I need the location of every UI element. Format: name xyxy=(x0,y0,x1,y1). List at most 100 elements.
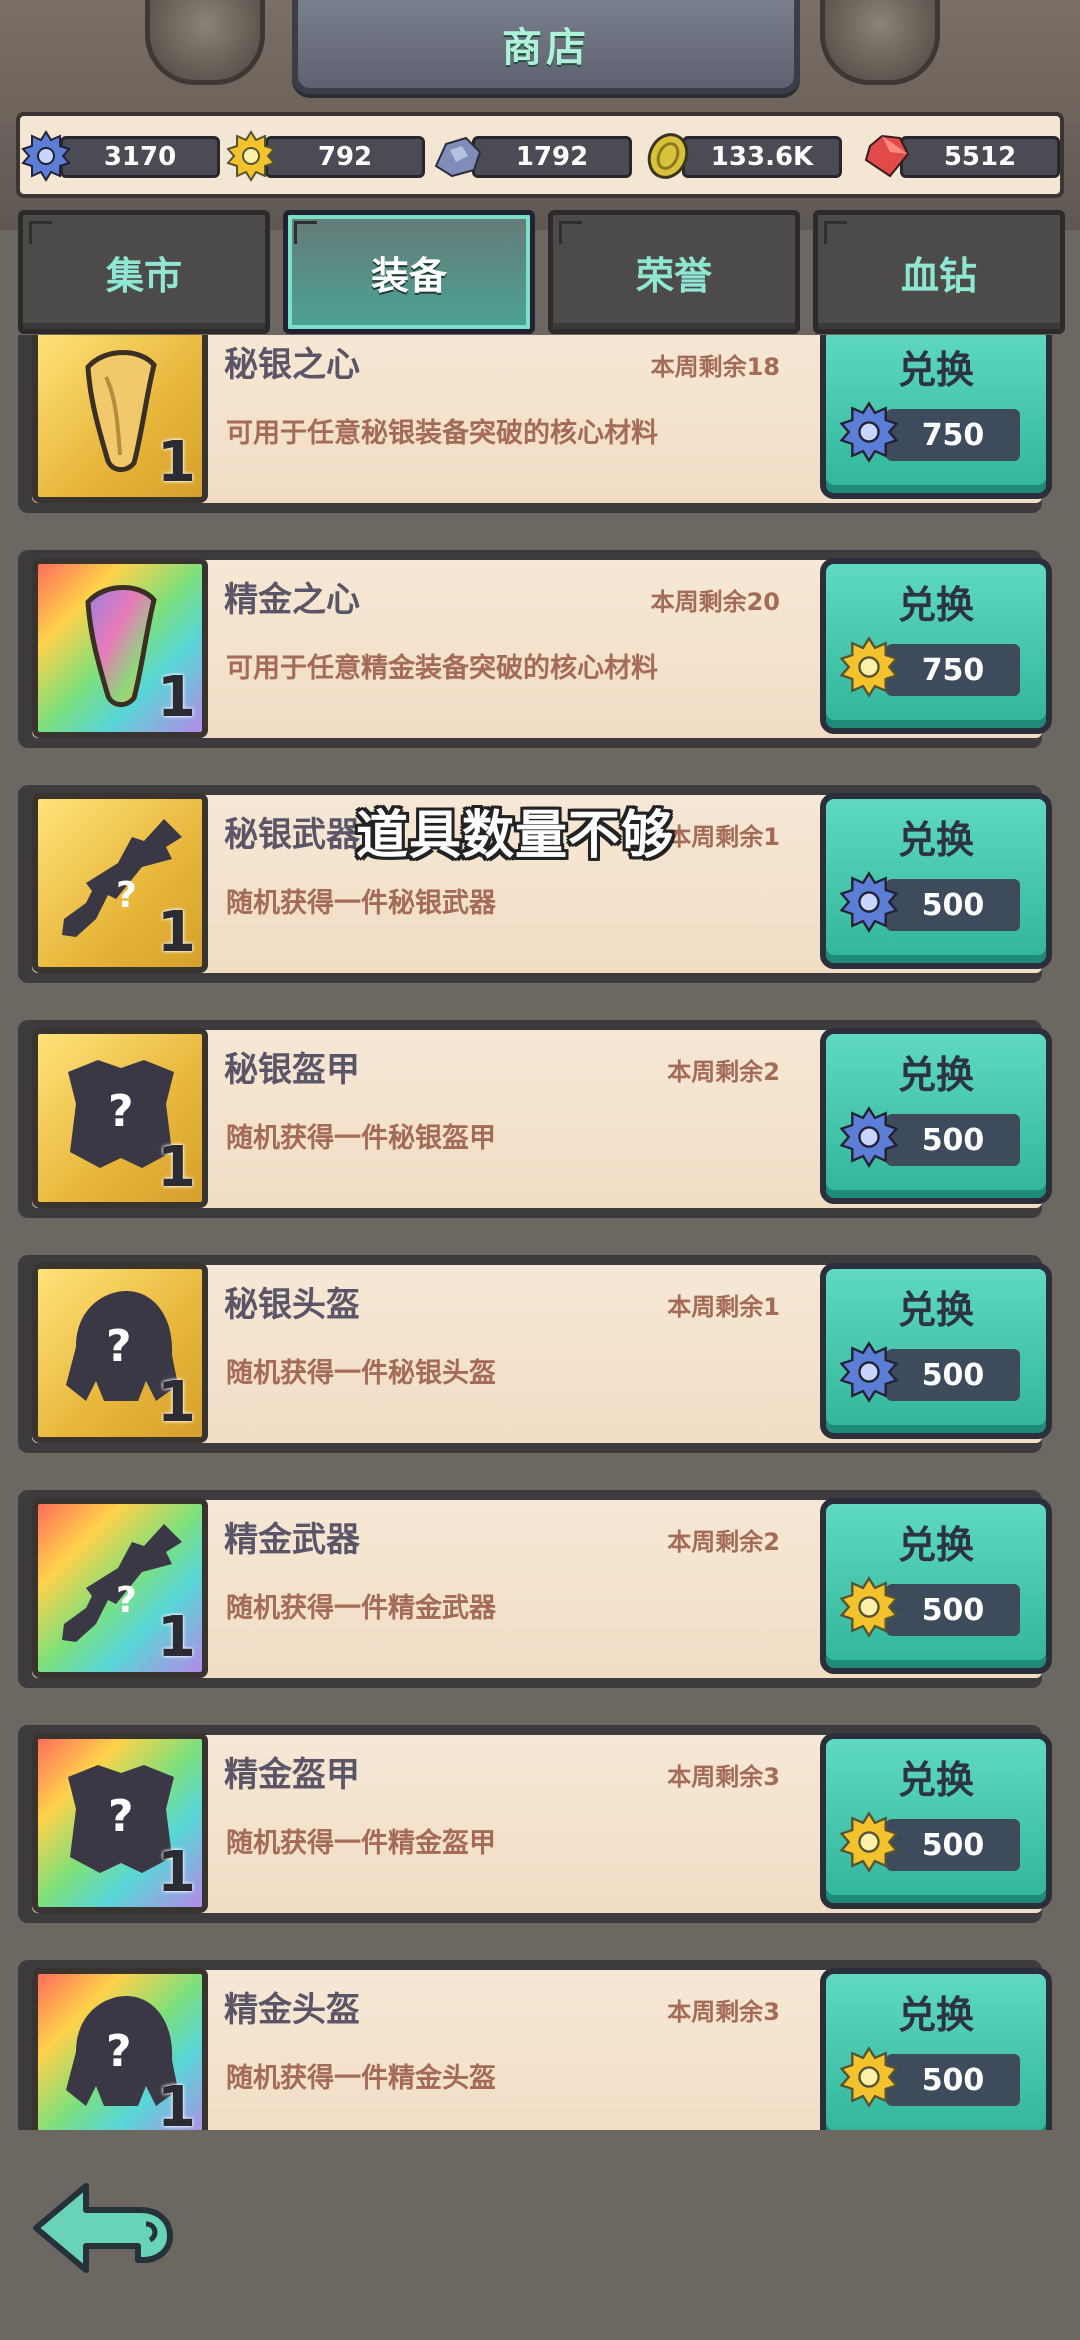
item-description: 随机获得一件精金武器 xyxy=(226,1593,496,1624)
exchange-label: 兑换 xyxy=(897,348,974,392)
shop-item-card: ? 1 精金盔甲 本周剩余3 随机获得一件精金盔甲 兑换 500 xyxy=(18,1725,1052,1923)
exchange-button[interactable]: 兑换 750 xyxy=(820,558,1052,734)
item-description: 随机获得一件秘银盔甲 xyxy=(226,1123,496,1154)
svg-text:?: ? xyxy=(106,1321,132,1372)
currency-value: 133.6K xyxy=(682,136,842,178)
gold-gear-token-icon xyxy=(838,1811,900,1873)
weekly-remaining: 本周剩余20 xyxy=(650,588,780,616)
weekly-remaining: 本周剩余2 xyxy=(667,1058,780,1086)
currency-value: 792 xyxy=(265,136,425,178)
item-description: 随机获得一件精金头盔 xyxy=(226,2063,496,2094)
exchange-button[interactable]: 兑换 500 xyxy=(820,1028,1052,1204)
tab-market[interactable]: 集市 xyxy=(18,210,270,334)
shop-item-card: ? 1 精金武器 本周剩余2 随机获得一件精金武器 兑换 500 xyxy=(18,1490,1052,1688)
item-description: 可用于任意秘银装备突破的核心材料 xyxy=(226,418,658,449)
item-thumbnail[interactable]: ? 1 xyxy=(32,793,208,973)
shop-item-card: ? 1 精金头盔 本周剩余3 随机获得一件精金头盔 兑换 500 xyxy=(18,1960,1052,2130)
tab-label: 装备 xyxy=(370,253,447,298)
item-thumbnail[interactable]: 1 xyxy=(32,335,208,503)
gold-gear-token-icon xyxy=(225,130,277,182)
shop-item-card: ? 1 秘银头盔 本周剩余1 随机获得一件秘银头盔 兑换 500 xyxy=(18,1255,1052,1453)
tab-honor[interactable]: 荣誉 xyxy=(548,210,800,334)
exchange-button[interactable]: 兑换 750 xyxy=(820,335,1052,499)
item-thumbnail[interactable]: ? 1 xyxy=(32,1498,208,1678)
blue-gear-token-icon xyxy=(838,401,900,463)
exchange-label: 兑换 xyxy=(897,583,974,627)
tab-label: 血钻 xyxy=(900,253,977,298)
item-list[interactable]: 1 秘银之心 本周剩余18 可用于任意秘银装备突破的核心材料 兑换 750 1 精金之心 本周剩… xyxy=(0,335,1080,2130)
price-value: 500 xyxy=(886,2054,1020,2106)
price-value: 750 xyxy=(886,409,1020,461)
item-quantity: 1 xyxy=(157,665,196,730)
currency-value: 5512 xyxy=(900,136,1060,178)
shop-tabs: 集市 装备 荣誉 血钻 xyxy=(18,210,1065,334)
red-gem-icon xyxy=(860,130,912,182)
gold-gear-token-icon xyxy=(838,1576,900,1638)
shop-item-card: 1 精金之心 本周剩余20 可用于任意精金装备突破的核心材料 兑换 750 xyxy=(18,550,1052,748)
page-title: 商店 xyxy=(502,25,590,71)
weekly-remaining: 本周剩余3 xyxy=(667,1998,780,2026)
exchange-label: 兑换 xyxy=(897,1993,974,2037)
exchange-label: 兑换 xyxy=(897,818,974,862)
tab-label: 荣誉 xyxy=(635,253,712,298)
item-description: 随机获得一件秘银头盔 xyxy=(226,1358,496,1389)
weekly-remaining: 本周剩余2 xyxy=(667,1528,780,1556)
left-ornament-icon xyxy=(145,0,265,85)
exchange-button[interactable]: 兑换 500 xyxy=(820,1733,1052,1909)
price-value: 500 xyxy=(886,1114,1020,1166)
svg-text:?: ? xyxy=(116,875,137,916)
price-value: 500 xyxy=(886,1819,1020,1871)
blue-gear-token-icon xyxy=(838,1341,900,1403)
item-name: 精金盔甲 xyxy=(224,1755,360,1795)
item-quantity: 1 xyxy=(157,2075,196,2130)
exchange-label: 兑换 xyxy=(897,1523,974,1567)
item-name: 精金之心 xyxy=(224,580,360,620)
title-plate: 商店 xyxy=(292,0,800,94)
gold-gear-token-icon xyxy=(838,636,900,698)
exchange-label: 兑换 xyxy=(897,1053,974,1097)
back-button[interactable] xyxy=(28,2172,178,2282)
exchange-label: 兑换 xyxy=(897,1758,974,1802)
item-name: 秘银武器 xyxy=(224,815,360,855)
exchange-button[interactable]: 兑换 500 xyxy=(820,1968,1052,2130)
item-name: 精金头盔 xyxy=(224,1990,360,2030)
tab-label: 集市 xyxy=(105,253,182,298)
item-name: 精金武器 xyxy=(224,1520,360,1560)
blue-gear-token-icon xyxy=(838,1106,900,1168)
tab-equipment[interactable]: 装备 xyxy=(283,210,535,334)
item-thumbnail[interactable]: ? 1 xyxy=(32,1028,208,1208)
weekly-remaining: 本周剩余1 xyxy=(667,1293,780,1321)
item-name: 秘银头盔 xyxy=(224,1285,360,1325)
item-quantity: 1 xyxy=(157,430,196,495)
gold-gear-token-icon xyxy=(838,2046,900,2108)
svg-text:?: ? xyxy=(108,1791,134,1842)
item-thumbnail[interactable]: ? 1 xyxy=(32,1733,208,1913)
currency-value: 3170 xyxy=(60,136,220,178)
item-description: 随机获得一件精金盔甲 xyxy=(226,1828,496,1859)
item-quantity: 1 xyxy=(157,1605,196,1670)
exchange-button[interactable]: 兑换 500 xyxy=(820,1498,1052,1674)
shop-item-card: 1 秘银之心 本周剩余18 可用于任意秘银装备突破的核心材料 兑换 750 xyxy=(18,335,1052,513)
item-name: 秘银之心 xyxy=(224,345,360,385)
price-value: 500 xyxy=(886,1584,1020,1636)
ore-stone-icon xyxy=(432,130,484,182)
gold-coin-icon xyxy=(642,130,694,182)
blue-gear-token-icon xyxy=(20,130,72,182)
item-quantity: 1 xyxy=(157,1370,196,1435)
right-ornament-icon xyxy=(820,0,940,85)
weekly-remaining: 本周剩余3 xyxy=(667,1763,780,1791)
item-name: 秘银盔甲 xyxy=(224,1050,360,1090)
item-thumbnail[interactable]: 1 xyxy=(32,558,208,738)
price-value: 750 xyxy=(886,644,1020,696)
exchange-button[interactable]: 兑换 500 xyxy=(820,793,1052,969)
currency-bar: 3170 792 1792 133.6K 5512 xyxy=(16,112,1064,198)
item-description: 随机获得一件秘银武器 xyxy=(226,888,496,919)
item-thumbnail[interactable]: ? 1 xyxy=(32,1968,208,2130)
toast-message: 道具数量不够 xyxy=(356,806,675,866)
price-value: 500 xyxy=(886,1349,1020,1401)
tab-blood-diamond[interactable]: 血钻 xyxy=(813,210,1065,334)
svg-text:?: ? xyxy=(108,1086,134,1137)
item-thumbnail[interactable]: ? 1 xyxy=(32,1263,208,1443)
exchange-button[interactable]: 兑换 500 xyxy=(820,1263,1052,1439)
item-description: 可用于任意精金装备突破的核心材料 xyxy=(226,653,658,684)
